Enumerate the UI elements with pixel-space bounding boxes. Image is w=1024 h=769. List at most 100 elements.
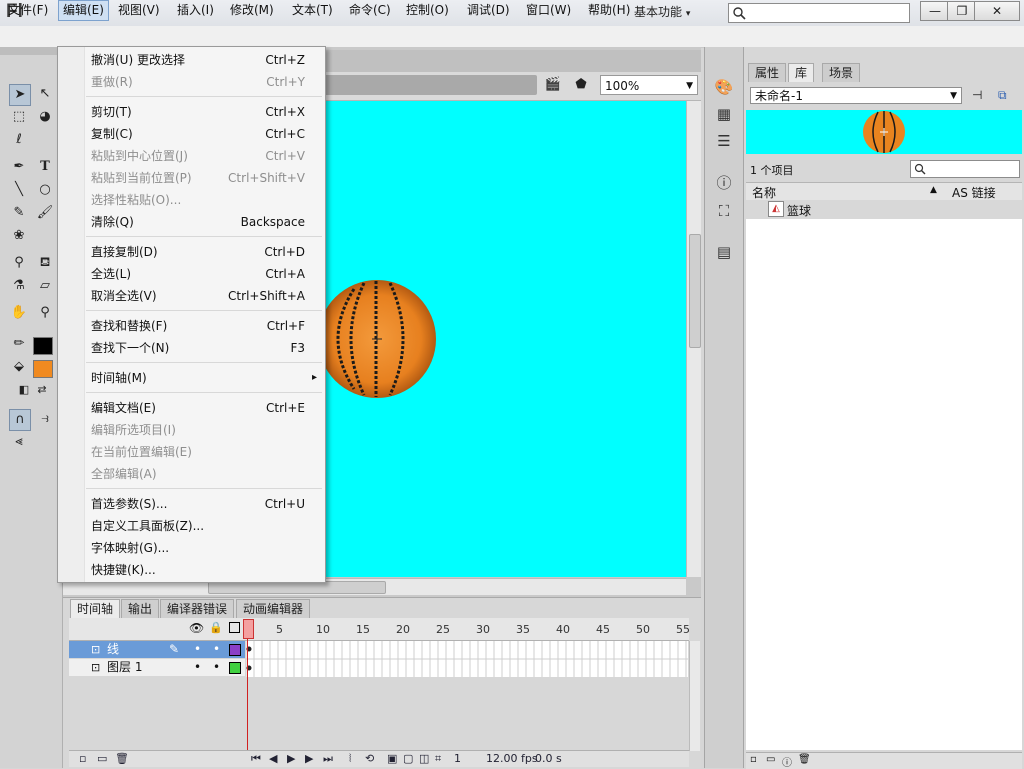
swap-colors-icon[interactable]: ⇄ <box>32 380 52 400</box>
delete-layer-icon[interactable]: 🗑 <box>115 752 129 765</box>
timeline-tab-3[interactable]: 动画编辑器 <box>236 599 311 618</box>
edit-menu-item-13[interactable]: 时间轴(M) <box>91 367 147 389</box>
menu-1[interactable]: 编辑(E) <box>58 0 109 21</box>
edit-menu-item-10[interactable]: 取消全选(V) <box>91 285 157 307</box>
oval-tool-icon[interactable]: ○ <box>35 180 55 200</box>
library-document-select[interactable]: 未命名-1 ▼ <box>750 87 962 104</box>
step-back-icon[interactable]: ◀ <box>269 752 277 765</box>
modify-markers-icon[interactable]: ⌗ <box>435 752 441 766</box>
fill-color-swatch[interactable] <box>33 360 53 378</box>
menu-5[interactable]: 文本(T) <box>288 1 337 20</box>
column-name[interactable]: 名称 <box>752 184 776 201</box>
pen-tool-icon[interactable]: ✒ <box>9 157 29 177</box>
timeline-layer[interactable]: ⊡ 图层 1 • • <box>69 659 245 676</box>
edit-menu-item-3[interactable]: 复制(C) <box>91 123 133 145</box>
step-forward-icon[interactable]: ▶ <box>305 752 313 765</box>
menu-8[interactable]: 调试(D) <box>463 1 514 20</box>
edit-menu-item-16[interactable]: 在当前位置编辑(E) <box>91 441 192 463</box>
pencil-tool-icon[interactable]: ✎ <box>9 203 29 223</box>
stage[interactable] <box>324 101 686 577</box>
outline-icon[interactable] <box>229 622 240 633</box>
stage-vertical-scrollbar[interactable] <box>686 101 701 577</box>
lasso-tool-icon[interactable]: ℓ <box>9 130 29 150</box>
align-panel-icon[interactable]: ☰ <box>712 129 736 153</box>
eye-icon[interactable]: 👁 <box>189 621 204 635</box>
minimize-button[interactable]: — <box>920 1 950 21</box>
swatches-panel-icon[interactable]: ▦ <box>712 102 736 126</box>
default-colors-icon[interactable]: ◧ <box>14 380 34 400</box>
lock-icon[interactable]: 🔒 <box>209 621 223 634</box>
timeline-vertical-scrollbar[interactable] <box>689 641 700 751</box>
new-symbol-icon[interactable]: ▫ <box>750 754 757 765</box>
menu-7[interactable]: 控制(O) <box>402 1 453 20</box>
layer-outline-color[interactable] <box>229 644 241 656</box>
selection-tool-icon[interactable]: ➤ <box>9 84 31 106</box>
timeline-layer[interactable]: ⊡ 线 ✎ • • <box>69 641 245 658</box>
visibility-dot[interactable]: • <box>194 641 201 658</box>
right-panel-tab-1[interactable]: 库 <box>788 63 815 82</box>
new-layer-icon[interactable]: ▫ <box>79 752 86 765</box>
bone-tool-icon[interactable]: ⚲ <box>9 253 29 273</box>
edit-menu-item-6[interactable]: 选择性粘贴(O)... <box>91 189 181 211</box>
hand-tool-icon[interactable]: ✋ <box>9 303 29 323</box>
vertical-scroll-thumb[interactable] <box>689 234 701 348</box>
menu-0[interactable]: 文件(F) <box>4 1 52 20</box>
center-frame-icon[interactable]: ⦚ <box>349 752 351 766</box>
edit-menu-item-12[interactable]: 查找下一个(N) <box>91 337 169 359</box>
edit-menu-item-19[interactable]: 自定义工具面板(Z)... <box>91 515 204 537</box>
snap-to-objects-icon[interactable]: ∩ <box>9 409 31 431</box>
play-icon[interactable]: ▶ <box>287 752 295 765</box>
library-search-input[interactable] <box>910 160 1020 178</box>
zoom-tool-icon[interactable]: ⚲ <box>35 303 55 323</box>
free-transform-tool-icon[interactable]: ⬚ <box>9 107 29 127</box>
properties-icon[interactable]: ⓘ <box>782 754 792 769</box>
pin-library-icon[interactable]: ⊣ <box>972 88 982 102</box>
edit-menu-item-15[interactable]: 编辑所选项目(I) <box>91 419 176 441</box>
onion-outline-icon[interactable]: ▢ <box>403 752 413 765</box>
menu-9[interactable]: 窗口(W) <box>522 1 575 20</box>
text-tool-icon[interactable]: T <box>35 157 55 177</box>
fill-color-icon[interactable]: ⬙ <box>9 357 29 377</box>
edit-menu-item-5[interactable]: 粘贴到当前位置(P) <box>91 167 192 189</box>
zoom-select[interactable]: 100% ▼ <box>600 75 698 95</box>
timeline-tab-2[interactable]: 编译器错误 <box>160 599 235 618</box>
go-first-frame-icon[interactable]: ⏮ <box>251 752 261 766</box>
lock-dot[interactable]: • <box>213 659 220 676</box>
timeline-tab-1[interactable]: 输出 <box>121 599 160 618</box>
playhead-handle[interactable] <box>243 619 254 639</box>
info-panel-icon[interactable]: ⓘ <box>712 171 736 195</box>
color-panel-icon[interactable]: 🎨 <box>712 75 736 99</box>
edit-menu-item-1[interactable]: 重做(R) <box>91 71 133 93</box>
help-search-input[interactable] <box>728 3 910 23</box>
eyedropper-tool-icon[interactable]: ⚗ <box>9 276 29 296</box>
edit-menu-item-11[interactable]: 查找和替换(F) <box>91 315 167 337</box>
edit-menu-item-2[interactable]: 剪切(T) <box>91 101 132 123</box>
right-panel-tab-2[interactable]: 场景 <box>822 63 861 82</box>
restore-button[interactable]: ❐ <box>947 1 977 21</box>
tools-panel-grip[interactable] <box>0 47 62 55</box>
edit-menu-item-8[interactable]: 直接复制(D) <box>91 241 158 263</box>
edit-menu-item-0[interactable]: 撤消(U) 更改选择 <box>91 49 185 71</box>
edit-menu-item-9[interactable]: 全选(L) <box>91 263 131 285</box>
delete-icon[interactable]: 🗑 <box>798 754 811 765</box>
smooth-icon[interactable]: ⥽ <box>35 409 55 429</box>
visibility-dot[interactable]: • <box>194 659 201 676</box>
close-button[interactable]: ✕ <box>974 1 1020 21</box>
right-panel-tab-0[interactable]: 属性 <box>748 63 787 82</box>
loop-icon[interactable]: ⟲ <box>365 752 374 765</box>
edit-menu-item-18[interactable]: 首选参数(S)... <box>91 493 167 515</box>
frames-grid[interactable] <box>245 641 688 677</box>
stroke-color-swatch[interactable] <box>33 337 53 355</box>
lock-dot[interactable]: • <box>213 641 220 658</box>
new-library-panel-icon[interactable]: ⧉ <box>998 88 1007 103</box>
edit-menu-item-14[interactable]: 编辑文档(E) <box>91 397 156 419</box>
menu-10[interactable]: 帮助(H) <box>584 1 634 20</box>
edit-menu-item-7[interactable]: 清除(Q) <box>91 211 134 233</box>
basketball-graphic[interactable] <box>324 101 686 577</box>
menu-3[interactable]: 插入(I) <box>173 1 218 20</box>
eraser-tool-icon[interactable]: ▱ <box>35 276 55 296</box>
playhead[interactable] <box>243 619 254 751</box>
go-last-frame-icon[interactable]: ⏭ <box>323 752 333 766</box>
timeline-frames-grid[interactable] <box>245 641 688 677</box>
menu-2[interactable]: 视图(V) <box>114 1 164 20</box>
